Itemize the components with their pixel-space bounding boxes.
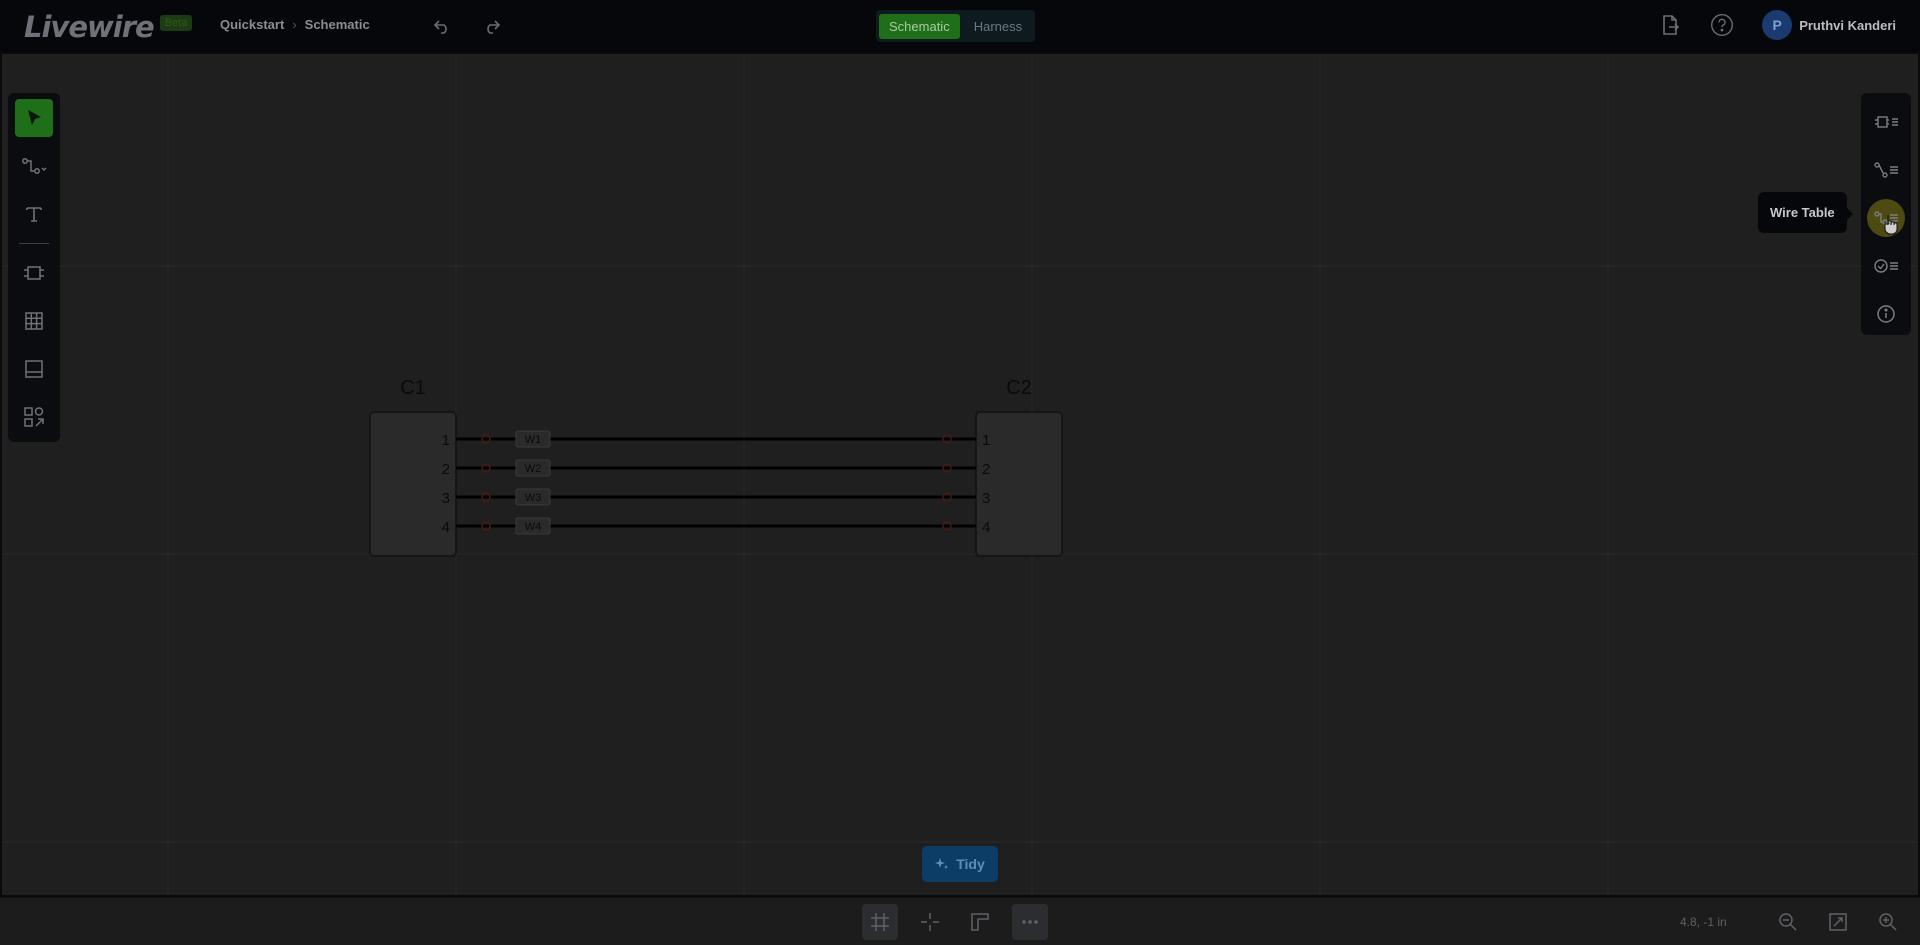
zoom-in-icon — [1878, 912, 1898, 932]
info-icon — [1876, 304, 1896, 324]
top-bar: Livewire Beta Quickstart › Schematic Sch… — [0, 0, 1920, 52]
redo-icon — [483, 17, 501, 35]
wire-w4[interactable]: W4 — [456, 518, 976, 534]
more-options-button[interactable] — [1012, 904, 1048, 940]
text-tool[interactable] — [15, 195, 53, 233]
zoom-out-icon — [1778, 912, 1798, 932]
tab-schematic[interactable]: Schematic — [879, 14, 960, 39]
connector-c1[interactable]: C1 1 2 3 4 — [370, 377, 456, 556]
more-icon — [1019, 911, 1041, 933]
wire-icon — [21, 156, 47, 176]
snap-icon — [969, 911, 991, 933]
zoom-out-button[interactable] — [1770, 904, 1806, 940]
connector-icon — [22, 263, 46, 283]
logo-text: Livewire — [24, 10, 154, 44]
tidy-label: Tidy — [956, 856, 985, 872]
cursor-coordinates: 4.8, -1 in — [1680, 915, 1727, 929]
left-toolbar — [8, 93, 60, 442]
info-button[interactable] — [1867, 295, 1905, 333]
titleblock-icon — [24, 359, 44, 379]
pin-label: 3 — [982, 490, 990, 507]
wire-tool[interactable] — [15, 147, 53, 185]
tooltip: Wire Table — [1758, 192, 1847, 233]
schematic-canvas[interactable]: C1 1 2 3 4 C2 1 2 3 4 W1 — [0, 52, 1920, 897]
tab-harness[interactable]: Harness — [964, 14, 1032, 39]
checks-button[interactable] — [1867, 247, 1905, 285]
shapes-icon — [23, 406, 45, 428]
export-button[interactable] — [1658, 13, 1682, 37]
user-name: Pruthvi Kanderi — [1799, 18, 1896, 33]
pin-label: 1 — [982, 432, 990, 449]
toolbar-divider — [19, 243, 49, 244]
connector-label: C1 — [400, 377, 426, 399]
cable-table-button[interactable] — [1867, 151, 1905, 189]
bottom-bar: 4.8, -1 in — [0, 897, 1920, 945]
wire-label: W3 — [525, 492, 542, 504]
wire-label: W4 — [525, 521, 542, 533]
components-tool[interactable] — [15, 398, 53, 436]
crosshair-toggle-button[interactable] — [912, 904, 948, 940]
pin-label: 1 — [442, 432, 450, 449]
avatar: P — [1762, 10, 1792, 40]
canvas-view-controls — [862, 904, 1048, 940]
user-menu[interactable]: P Pruthvi Kanderi — [1762, 10, 1896, 40]
text-icon — [24, 204, 44, 224]
snap-toggle-button[interactable] — [962, 904, 998, 940]
export-icon — [1660, 14, 1680, 36]
help-button[interactable] — [1710, 13, 1734, 37]
pin-label: 4 — [982, 519, 990, 536]
grid-toggle-button[interactable] — [862, 904, 898, 940]
breadcrumb-separator: › — [292, 17, 296, 32]
pin-label: 2 — [982, 461, 990, 478]
connector-label: C2 — [1006, 377, 1032, 399]
connector-table-button[interactable] — [1867, 103, 1905, 141]
top-right-controls: P Pruthvi Kanderi — [1658, 10, 1896, 40]
undo-icon — [433, 17, 451, 35]
wire-w3[interactable]: W3 — [456, 489, 976, 505]
undo-button[interactable] — [430, 14, 454, 38]
breadcrumb-page: Schematic — [305, 17, 370, 32]
wire-label: W1 — [525, 434, 542, 446]
wire-label: W2 — [525, 463, 542, 475]
titleblock-tool[interactable] — [15, 350, 53, 388]
grid-icon — [869, 911, 891, 933]
connector-c2[interactable]: C2 1 2 3 4 — [976, 377, 1062, 556]
help-icon — [1710, 11, 1734, 39]
zoom-controls — [1770, 904, 1906, 940]
breadcrumb: Quickstart › Schematic — [220, 17, 370, 32]
pointer-hand-icon — [1882, 213, 1900, 235]
wire-w1[interactable]: W1 — [456, 431, 976, 447]
breadcrumb-project[interactable]: Quickstart — [220, 17, 284, 32]
table-tool[interactable] — [15, 302, 53, 340]
tidy-button[interactable]: Tidy — [922, 846, 998, 882]
select-tool[interactable] — [15, 99, 53, 137]
schematic-drawing: C1 1 2 3 4 C2 1 2 3 4 W1 — [2, 54, 1918, 895]
pin-label: 2 — [442, 461, 450, 478]
check-list-icon — [1873, 256, 1899, 276]
cursor-icon — [24, 108, 44, 128]
cable-list-icon — [1873, 160, 1899, 180]
table-icon — [24, 311, 44, 331]
fit-view-icon — [1828, 912, 1848, 932]
fit-view-button[interactable] — [1820, 904, 1856, 940]
sparkle-icon — [935, 857, 949, 871]
app-logo[interactable]: Livewire Beta — [24, 10, 192, 44]
connector-list-icon — [1873, 112, 1899, 132]
connector-tool[interactable] — [15, 254, 53, 292]
mode-toggle: Schematic Harness — [876, 10, 1035, 42]
pin-label: 3 — [442, 490, 450, 507]
redo-button[interactable] — [480, 14, 504, 38]
wire-w2[interactable]: W2 — [456, 460, 976, 476]
zoom-in-button[interactable] — [1870, 904, 1906, 940]
pin-label: 4 — [442, 519, 450, 536]
beta-badge: Beta — [160, 15, 193, 31]
history-controls — [430, 14, 504, 38]
crosshair-icon — [919, 911, 941, 933]
